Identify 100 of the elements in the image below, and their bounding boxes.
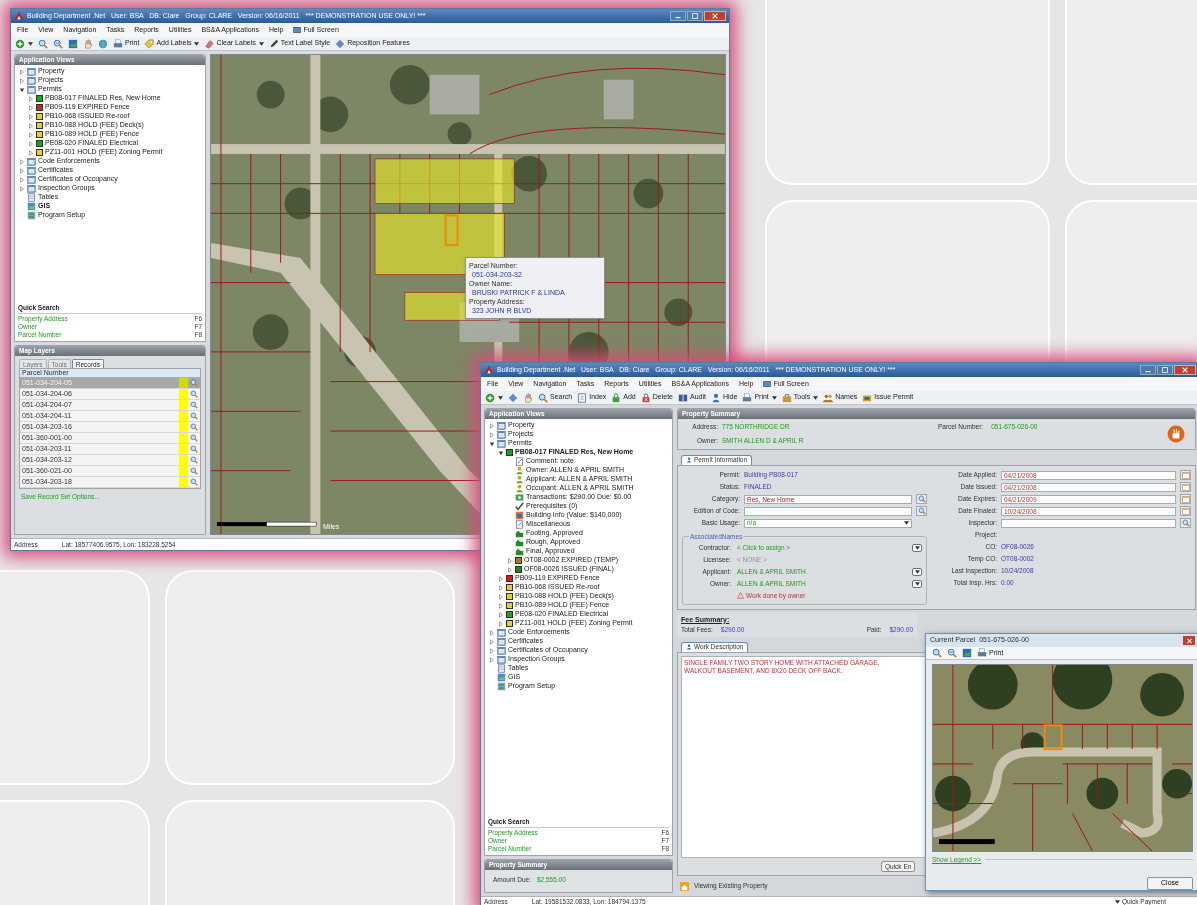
folder-icon — [27, 67, 36, 76]
expand-arrow-icon[interactable] — [28, 131, 34, 138]
expand-arrow-icon[interactable] — [19, 176, 25, 183]
diamond-button[interactable] — [508, 392, 518, 403]
folder-icon — [497, 628, 506, 637]
dropdown-caret-icon — [813, 395, 819, 400]
dropdown-caret-icon — [914, 570, 920, 574]
magnifier-minus-icon — [53, 38, 63, 49]
expand-arrow-icon[interactable] — [28, 149, 34, 156]
lookup-button[interactable] — [1180, 518, 1191, 528]
printer-icon — [113, 38, 123, 49]
map-icon — [497, 673, 506, 682]
padlock-x-icon — [640, 392, 651, 403]
stop-hand-icon — [1167, 424, 1185, 443]
map-button[interactable] — [68, 38, 78, 49]
input-field[interactable] — [1001, 518, 1176, 528]
map-button[interactable] — [962, 648, 972, 658]
expand-arrow-icon[interactable] — [19, 158, 25, 165]
magnifier-minus-button[interactable] — [947, 648, 957, 658]
menu-button[interactable] — [912, 544, 922, 552]
toolbox-icon — [781, 392, 792, 403]
dropdown-caret-icon — [1114, 900, 1120, 904]
person-icon — [515, 475, 524, 484]
hand-icon — [83, 38, 93, 49]
magnifier-plus-button[interactable] — [38, 38, 48, 49]
collapse-arrow-icon[interactable] — [19, 86, 25, 93]
expand-arrow-icon[interactable] — [489, 638, 495, 645]
person-icon — [686, 644, 692, 651]
globe-button[interactable] — [98, 38, 108, 49]
window-icon — [763, 380, 772, 388]
expand-arrow-icon[interactable] — [28, 104, 34, 111]
money-icon — [515, 493, 524, 502]
minimize-button[interactable] — [1140, 365, 1156, 375]
expand-arrow-icon[interactable] — [489, 629, 495, 636]
hand-button[interactable] — [83, 38, 93, 49]
highlight-swatch — [179, 411, 188, 421]
note-icon — [515, 457, 524, 466]
plus-button[interactable] — [15, 38, 33, 49]
expand-arrow-icon[interactable] — [498, 611, 504, 618]
expand-arrow-icon[interactable] — [489, 422, 495, 429]
expand-arrow-icon[interactable] — [28, 140, 34, 147]
collapse-arrow-icon[interactable] — [498, 449, 504, 456]
app-logo-icon — [14, 11, 24, 21]
highlight-swatch — [179, 433, 188, 443]
diamond-icon — [508, 392, 518, 403]
expand-arrow-icon[interactable] — [507, 566, 513, 573]
expand-arrow-icon[interactable] — [498, 584, 504, 591]
magnifier-minus-icon — [947, 648, 957, 658]
calendar-button[interactable] — [1180, 506, 1191, 516]
expand-arrow-icon[interactable] — [498, 575, 504, 582]
expand-arrow-icon[interactable] — [19, 185, 25, 192]
plus-button[interactable] — [485, 392, 503, 403]
close-icon — [711, 12, 719, 20]
expand-arrow-icon[interactable] — [489, 656, 495, 663]
magnifier-icon — [190, 467, 198, 475]
dropdown-caret-icon — [28, 41, 33, 46]
plus-icon — [485, 392, 495, 403]
close-button[interactable] — [1183, 636, 1195, 645]
input-field[interactable] — [744, 506, 912, 516]
magnifier-icon — [1181, 519, 1190, 527]
magnifier-icon — [190, 412, 198, 420]
expand-arrow-icon[interactable] — [507, 557, 513, 564]
highlight-swatch — [179, 389, 188, 399]
highlight-swatch — [179, 477, 188, 487]
expand-arrow-icon[interactable] — [489, 647, 495, 654]
close-button[interactable] — [704, 11, 726, 21]
calendar-icon — [1181, 507, 1190, 515]
close-icon — [1185, 637, 1193, 644]
minimize-button[interactable] — [670, 11, 686, 21]
highlight-swatch — [179, 378, 188, 388]
magnifier-plus-button[interactable] — [932, 648, 942, 658]
collapse-arrow-icon[interactable] — [489, 440, 495, 447]
calendar-button[interactable] — [1180, 494, 1191, 504]
expand-arrow-icon[interactable] — [28, 122, 34, 129]
expand-arrow-icon[interactable] — [498, 602, 504, 609]
magnifier-plus-icon — [932, 648, 942, 658]
magnifier-icon — [917, 507, 926, 515]
maximize-button[interactable] — [687, 11, 703, 21]
hand-icon — [523, 392, 533, 403]
lookup-button[interactable] — [916, 494, 927, 504]
expand-arrow-icon[interactable] — [28, 113, 34, 120]
dropdown-caret-icon — [771, 395, 777, 400]
expand-arrow-icon[interactable] — [19, 167, 25, 174]
calendar-icon — [1181, 471, 1190, 479]
expand-arrow-icon[interactable] — [498, 620, 504, 627]
menu-button[interactable] — [912, 580, 922, 588]
menu-button[interactable] — [912, 568, 922, 576]
house-icon — [679, 880, 690, 892]
magnifier-minus-button[interactable] — [53, 38, 63, 49]
calendar-button[interactable] — [1180, 482, 1191, 492]
dropdown-caret-icon — [498, 395, 503, 400]
close-button[interactable] — [1174, 365, 1196, 375]
magnifier-icon — [190, 478, 198, 486]
expand-arrow-icon[interactable] — [498, 593, 504, 600]
maximize-button[interactable] — [1157, 365, 1173, 375]
hand-button[interactable] — [523, 392, 533, 403]
lookup-button[interactable] — [916, 506, 927, 516]
expand-arrow-icon[interactable] — [19, 68, 25, 75]
highlight-swatch — [179, 444, 188, 454]
calendar-button[interactable] — [1180, 470, 1191, 480]
